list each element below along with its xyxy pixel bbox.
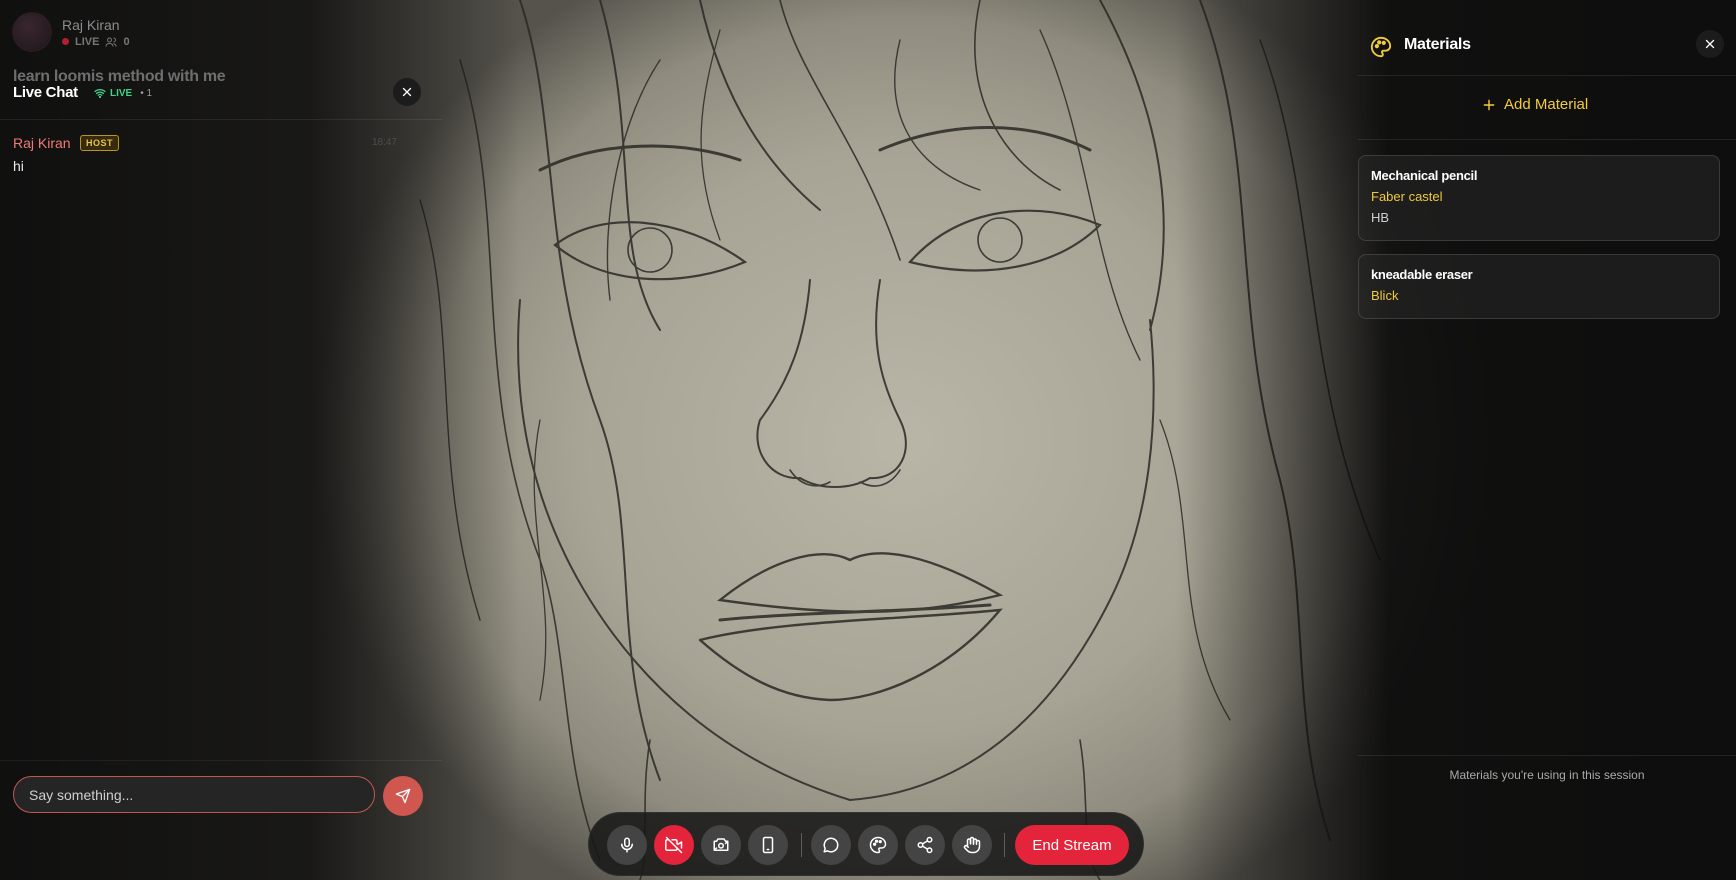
material-brand: Blick xyxy=(1371,288,1399,303)
close-materials-button[interactable] xyxy=(1696,30,1724,58)
materials-header: Materials xyxy=(1358,22,1736,76)
streamer-meta: LIVE 0 xyxy=(62,36,130,48)
add-material-row: Add Material xyxy=(1358,76,1736,140)
switch-camera-icon xyxy=(713,838,729,851)
microphone-icon xyxy=(621,837,633,853)
phone-view-button[interactable] xyxy=(748,825,788,865)
chat-input-row xyxy=(0,760,442,830)
share-button[interactable] xyxy=(905,825,945,865)
material-detail: HB xyxy=(1371,210,1390,225)
material-card[interactable]: kneadable eraser Blick xyxy=(1358,254,1720,319)
wifi-icon xyxy=(94,89,106,99)
message-time: 18:47 xyxy=(371,137,397,148)
plus-icon xyxy=(1483,99,1495,110)
message-author[interactable]: Raj Kiran xyxy=(13,135,71,151)
controls-divider xyxy=(801,833,802,857)
share-icon xyxy=(917,836,933,854)
live-chat-panel: Live Chat LIVE • 1 Raj Kiran HOST 18:47 … xyxy=(0,70,442,830)
stream-control-bar: End Stream xyxy=(588,812,1144,876)
chat-live-label: LIVE xyxy=(110,87,133,99)
materials-toggle-button[interactable] xyxy=(858,825,898,865)
avatar[interactable] xyxy=(12,12,52,52)
message-text: hi xyxy=(13,158,24,174)
add-material-button[interactable]: Add Material xyxy=(1482,96,1588,113)
end-stream-button[interactable]: End Stream xyxy=(1015,825,1129,865)
viewers-icon xyxy=(105,37,117,47)
material-card[interactable]: Mechanical pencil Faber castel HB xyxy=(1358,155,1720,241)
material-name: kneadable eraser xyxy=(1371,267,1473,282)
chat-input[interactable] xyxy=(13,776,375,813)
phone-icon xyxy=(762,836,774,854)
microphone-button[interactable] xyxy=(607,825,647,865)
materials-footer: Materials you're using in this session xyxy=(1358,755,1736,793)
material-name: Mechanical pencil xyxy=(1371,168,1478,183)
chat-icon xyxy=(823,837,839,853)
camera-toggle-button[interactable] xyxy=(654,825,694,865)
chat-live-indicator: LIVE • 1 xyxy=(94,87,152,99)
chat-title: Live Chat xyxy=(13,84,78,101)
send-icon xyxy=(395,788,411,804)
streamer-name: Raj Kiran xyxy=(62,16,120,33)
materials-title: Materials xyxy=(1404,36,1471,53)
host-badge: HOST xyxy=(80,134,120,151)
hand-icon xyxy=(963,836,981,854)
send-button[interactable] xyxy=(383,776,423,816)
raise-hand-button[interactable] xyxy=(952,825,992,865)
close-chat-button[interactable] xyxy=(393,78,421,106)
switch-camera-button[interactable] xyxy=(701,825,741,865)
palette-icon xyxy=(869,836,887,854)
material-brand: Faber castel xyxy=(1371,189,1443,204)
controls-divider xyxy=(1004,833,1005,857)
chat-toggle-button[interactable] xyxy=(811,825,851,865)
palette-icon xyxy=(1370,36,1392,58)
streamer-info: Raj Kiran LIVE 0 xyxy=(12,12,130,52)
close-icon xyxy=(1705,39,1715,49)
viewer-count: 0 xyxy=(123,35,130,48)
chat-header: Live Chat LIVE • 1 xyxy=(0,70,442,120)
live-dot-icon xyxy=(62,38,69,45)
add-material-label: Add Material xyxy=(1504,96,1589,113)
materials-panel: Materials Add Material Mechanical pencil… xyxy=(1346,22,1736,792)
chat-count: • 1 xyxy=(140,87,153,99)
live-label: LIVE xyxy=(75,35,100,48)
close-icon xyxy=(402,87,412,97)
chat-message: Raj Kiran HOST 18:47 hi xyxy=(13,134,397,174)
camera-off-icon xyxy=(665,836,683,854)
